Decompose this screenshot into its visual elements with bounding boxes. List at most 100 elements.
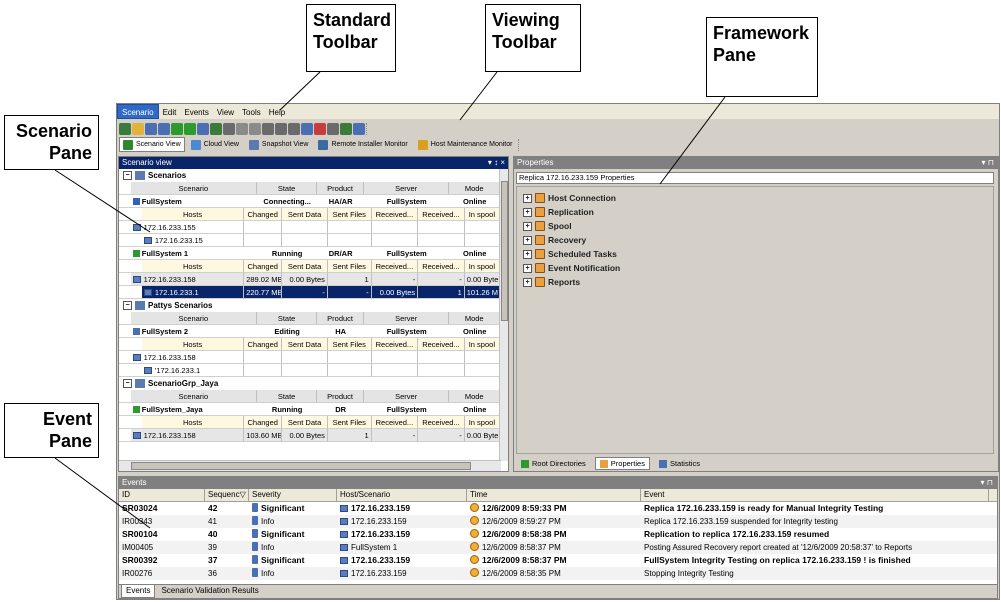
tab-events[interactable]: Events <box>121 585 156 598</box>
host-column-header-cell[interactable]: Received... <box>371 260 419 273</box>
host-column-header-cell[interactable]: Received... <box>418 338 465 351</box>
column-header-scenario[interactable]: Scenario <box>130 182 257 195</box>
toolbar-action-icon[interactable] <box>262 123 274 135</box>
menu-item-tools[interactable]: Tools <box>238 105 265 120</box>
scenario-row[interactable]: FullSystem 1 Running DR/AR FullSystem Online <box>119 247 500 260</box>
host-column-header-cell[interactable]: In spool <box>464 416 500 429</box>
scenario-row[interactable]: FullSystem Connecting... HA/AR FullSystem On… <box>119 195 500 208</box>
column-header-product[interactable]: Product <box>317 312 364 325</box>
event-row[interactable]: IM00405 39 Info FullSystem 1 12/6/2009 8:58:… <box>119 541 997 554</box>
tab-scenario-validation-results[interactable]: Scenario Validation Results <box>157 585 262 598</box>
host-column-header-cell[interactable]: Sent Files <box>327 416 372 429</box>
host-column-header-cell[interactable]: Hosts <box>141 416 245 429</box>
expand-toggle-icon[interactable]: + <box>523 207 532 217</box>
host-row[interactable]: 172.16.233.155 <box>119 221 500 234</box>
host-column-header-cell[interactable]: Sent Files <box>327 260 372 273</box>
host-column-header-cell[interactable]: Changed <box>244 260 283 273</box>
toolbar-action-icon[interactable] <box>288 123 300 135</box>
host-row[interactable]: '172.16.233.1 <box>119 364 500 377</box>
host-row[interactable]: 172.16.233.1 220.77 MB - -0.00 Bytes 1 101.26… <box>119 286 500 299</box>
events-column-header[interactable]: Host/Scenario <box>337 489 467 501</box>
column-header-product[interactable]: Product <box>317 390 364 403</box>
toolbar-action-icon[interactable] <box>249 123 261 135</box>
property-group-recovery[interactable]: + Recovery <box>517 233 993 247</box>
toolbar-action-icon[interactable] <box>132 123 144 135</box>
host-column-header-cell[interactable]: Changed <box>244 416 283 429</box>
events-column-header[interactable]: Severity <box>249 489 337 501</box>
view-button-cloud-view[interactable]: Cloud View <box>187 137 243 152</box>
host-column-header-cell[interactable]: Received... <box>371 416 419 429</box>
view-button-scenario-view[interactable]: Scenario View <box>119 137 185 152</box>
host-column-header-cell[interactable]: Received... <box>418 260 465 273</box>
expand-toggle-icon[interactable]: + <box>523 221 532 231</box>
events-column-header[interactable]: Sequenc▽ <box>205 489 249 501</box>
scenario-group[interactable]: − Pattys Scenarios <box>119 299 500 312</box>
column-header-scenario[interactable]: Scenario <box>130 390 257 403</box>
pane-controls[interactable]: ▾ ⊓ <box>982 157 994 169</box>
expand-toggle-icon[interactable]: + <box>523 193 532 203</box>
events-column-header[interactable]: Event <box>641 489 989 501</box>
scroll-thumb[interactable] <box>501 181 508 321</box>
host-column-header-cell[interactable]: In spool <box>464 338 500 351</box>
collapse-toggle-icon[interactable]: − <box>123 379 132 388</box>
property-group-scheduled-tasks[interactable]: + Scheduled Tasks <box>517 247 993 261</box>
scenario-group[interactable]: − Scenarios <box>119 169 500 182</box>
host-column-header-cell[interactable]: Changed <box>244 208 283 221</box>
menu-item-view[interactable]: View <box>213 105 238 120</box>
scenario-row[interactable]: FullSystem 2 Editing HA FullSystem Online <box>119 325 500 338</box>
property-group-reports[interactable]: + Reports <box>517 275 993 289</box>
expand-toggle-icon[interactable]: + <box>523 235 532 245</box>
toolbar-action-icon[interactable] <box>184 123 196 135</box>
host-row[interactable]: 172.16.233.158 <box>119 351 500 364</box>
vertical-scrollbar[interactable] <box>499 169 508 461</box>
menu-item-events[interactable]: Events <box>180 105 212 120</box>
tab-statistics[interactable]: Statistics <box>654 457 705 470</box>
column-header-server[interactable]: Server <box>363 312 450 325</box>
host-column-header-cell[interactable]: Sent Data <box>282 338 328 351</box>
events-column-header[interactable]: ID <box>119 489 205 501</box>
menu-item-edit[interactable]: Edit <box>159 105 181 120</box>
toolbar-action-icon[interactable] <box>314 123 326 135</box>
column-header-state[interactable]: State <box>256 312 318 325</box>
host-column-header-cell[interactable]: Received... <box>418 416 465 429</box>
toolbar-action-icon[interactable] <box>158 123 170 135</box>
toolbar-action-icon[interactable] <box>327 123 339 135</box>
event-row[interactable]: SR00392 37 Significant 172.16.233.159 12/6/2… <box>119 554 997 567</box>
host-column-header-cell[interactable]: In spool <box>464 208 500 221</box>
host-row[interactable]: 172.16.233.158 289.02 MB 0.00 Bytes 1- -0.00… <box>119 273 500 286</box>
view-button-host-maintenance-monitor[interactable]: Host Maintenance Monitor <box>414 137 517 152</box>
menu-item-scenario[interactable]: Scenario <box>117 104 159 119</box>
host-column-header-cell[interactable]: Received... <box>418 208 465 221</box>
event-row[interactable]: IR00343 41 Info 172.16.233.159 12/6/2009 8:5… <box>119 515 997 528</box>
host-column-header-cell[interactable]: Hosts <box>141 260 245 273</box>
toolbar-grip[interactable] <box>518 139 522 151</box>
pane-controls[interactable]: ▾ ⊓ <box>981 477 993 489</box>
column-header-mode[interactable]: Mode <box>449 390 500 403</box>
toolbar-action-icon[interactable] <box>210 123 222 135</box>
expand-toggle-icon[interactable]: + <box>523 277 532 287</box>
expand-toggle-icon[interactable]: + <box>523 249 532 259</box>
pane-controls[interactable]: ▾ ↕ × <box>488 157 505 169</box>
scenario-row[interactable]: FullSystem_Jaya Running DR FullSystem Online <box>119 403 500 416</box>
expand-toggle-icon[interactable]: + <box>523 263 532 273</box>
collapse-toggle-icon[interactable]: − <box>123 171 132 180</box>
column-header-mode[interactable]: Mode <box>449 182 500 195</box>
host-column-header-cell[interactable]: Hosts <box>141 338 245 351</box>
toolbar-action-icon[interactable] <box>119 123 131 135</box>
toolbar-action-icon[interactable] <box>236 123 248 135</box>
property-group-replication[interactable]: + Replication <box>517 205 993 219</box>
column-header-server[interactable]: Server <box>363 182 450 195</box>
tab-properties[interactable]: Properties <box>594 457 650 470</box>
property-group-spool[interactable]: + Spool <box>517 219 993 233</box>
scroll-thumb[interactable] <box>131 462 471 470</box>
host-column-header-cell[interactable]: Received... <box>371 338 419 351</box>
toolbar-action-icon[interactable] <box>145 123 157 135</box>
column-header-mode[interactable]: Mode <box>449 312 500 325</box>
host-column-header-cell[interactable]: Sent Files <box>327 208 372 221</box>
tab-root-directories[interactable]: Root Directories <box>516 457 591 470</box>
host-column-header-cell[interactable]: Hosts <box>141 208 245 221</box>
toolbar-action-icon[interactable] <box>275 123 287 135</box>
host-column-header-cell[interactable]: Received... <box>371 208 419 221</box>
host-row[interactable]: 172.16.233.15 <box>119 234 500 247</box>
column-header-product[interactable]: Product <box>317 182 364 195</box>
